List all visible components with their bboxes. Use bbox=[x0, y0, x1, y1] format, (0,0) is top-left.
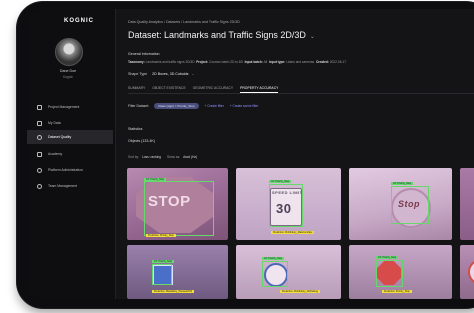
created-label: Created: bbox=[315, 60, 329, 64]
round-sign-shape bbox=[468, 259, 474, 285]
object-thumbnail[interactable]: Stop GT: Priority_Stop bbox=[349, 168, 452, 240]
breadcrumb[interactable]: Data Quality Analytics / Datasets / Land… bbox=[128, 20, 240, 24]
sort-row: Sort by: Loss: ranking Show as: Ascd (Hz… bbox=[128, 155, 203, 159]
ground-truth-box bbox=[391, 186, 429, 224]
ground-truth-box bbox=[376, 260, 403, 287]
shape-type-row: Shape Type 2D Boxes, 3D Cuboids ⌄ bbox=[128, 72, 195, 76]
main-content: Data Quality Analytics / Datasets / Land… bbox=[116, 9, 474, 299]
tab-property-accuracy[interactable]: PROPERTY ACCURACY bbox=[240, 86, 279, 93]
general-info-heading: General information bbox=[128, 52, 160, 56]
object-thumbnail[interactable]: GT: Priority_Stop Prediction: Priority_S… bbox=[349, 245, 452, 299]
sidebar-item-platform-administration[interactable]: Platform Administration bbox=[27, 163, 113, 177]
gt-label: GT: Priority_Stop bbox=[269, 180, 292, 183]
gt-label: GT: Priority_Stop bbox=[262, 257, 285, 260]
taxonomy-value: Landmarks and traffic signs 2D/3D bbox=[145, 60, 195, 64]
create-scene-filter-link[interactable]: + Create scene filter bbox=[230, 104, 259, 108]
user-org: Kognic bbox=[63, 75, 73, 79]
sidebar-item-label: Platform Administration bbox=[48, 168, 83, 172]
academy-icon bbox=[37, 151, 42, 157]
batch-label: Input batch: bbox=[244, 60, 263, 64]
gt-label: GT: Priority_Stop bbox=[376, 256, 399, 259]
input-type-value: Lidars and cameras bbox=[286, 60, 315, 64]
object-thumbnail[interactable]: SPEED LIMIT 30 GT: Priority_Stop Predict… bbox=[236, 168, 341, 240]
kognic-logo: KOGNIC bbox=[64, 18, 94, 24]
chevron-down-icon[interactable]: ⌄ bbox=[191, 72, 194, 76]
filter-row: Filter Dataset: Class (sign) = Priority_… bbox=[128, 103, 258, 109]
sidebar-item-dataset-quality[interactable]: Dataset Quality bbox=[27, 130, 113, 144]
tab-geometric-accuracy[interactable]: GEOMETRIC ACCURACY bbox=[193, 86, 233, 93]
sidebar-item-project-management[interactable]: Project Management bbox=[27, 100, 113, 114]
tab-object-existence[interactable]: OBJECT EXISTENCE bbox=[152, 86, 185, 93]
quality-icon bbox=[37, 134, 42, 140]
object-thumbnail[interactable]: STOP GT: Priority_Stop Prediction: Prior… bbox=[127, 168, 228, 240]
show-as-select[interactable]: Ascd (Hz) bbox=[183, 155, 197, 159]
user-name: Dane Doe bbox=[59, 69, 77, 73]
gt-label: GT: Priority_Stop bbox=[391, 182, 414, 185]
chevron-down-icon[interactable]: ⌄ bbox=[310, 34, 315, 40]
create-filter-link[interactable]: + Create filter bbox=[205, 104, 224, 108]
tab-divider bbox=[128, 93, 474, 94]
prediction-label: Prediction: Priority_Stop bbox=[146, 234, 176, 237]
ground-truth-box bbox=[262, 261, 288, 287]
filter-chip[interactable]: Class (sign) = Priority_Stop bbox=[154, 103, 199, 109]
prediction-label: Prediction: Priority_Stop bbox=[382, 290, 412, 293]
sidebar-item-label: Project Management bbox=[48, 105, 80, 109]
folder-icon bbox=[37, 104, 42, 110]
taxonomy-label: Taxonomy: bbox=[128, 60, 145, 64]
gt-label: GT: Priority_Stop bbox=[144, 178, 167, 181]
statistics-heading: Statistics bbox=[128, 127, 143, 131]
ground-truth-box bbox=[144, 181, 214, 236]
created-value: 2022-06-17 bbox=[329, 60, 347, 64]
tab-bar: SUMMARY OBJECT EXISTENCE GEOMETRIC ACCUR… bbox=[128, 86, 279, 93]
screen: KOGNIC Dane Doe Kognic Project Managemen… bbox=[27, 9, 474, 299]
sidebar-item-academy[interactable]: Academy bbox=[27, 147, 113, 161]
sidebar-item-label: Dataset Quality bbox=[48, 135, 72, 139]
sidebar-item-label: Academy bbox=[48, 152, 63, 156]
sidebar-item-team-management[interactable]: Team Management bbox=[27, 179, 113, 193]
avatar[interactable] bbox=[55, 38, 83, 66]
shape-type-label: Shape Type bbox=[128, 72, 148, 76]
team-icon bbox=[37, 183, 42, 189]
page-title[interactable]: Dataset: Landmarks and Traffic Signs 2D/… bbox=[128, 30, 315, 40]
show-as-label: Show as: bbox=[166, 155, 181, 159]
general-info-row: Taxonomy: Landmarks and traffic signs 2D… bbox=[128, 60, 346, 64]
prediction-label: Prediction: Prohibitory_MaximumSpe bbox=[271, 231, 315, 234]
ground-truth-box bbox=[269, 184, 303, 227]
page-title-text: Dataset: Landmarks and Traffic Signs 2D/… bbox=[128, 30, 306, 40]
device-frame: KOGNIC Dane Doe Kognic Project Managemen… bbox=[17, 2, 474, 308]
input-type-label: Input type: bbox=[268, 60, 286, 64]
sidebar: KOGNIC Dane Doe Kognic Project Managemen… bbox=[27, 9, 116, 299]
gt-label: GT: Priority_Stop bbox=[152, 260, 175, 263]
filter-label: Filter Dataset: bbox=[128, 104, 150, 108]
globe-icon bbox=[37, 167, 42, 173]
batch-value: All bbox=[263, 60, 268, 64]
project-value: Cosmos batch 2D to 6D bbox=[209, 60, 243, 64]
sort-label: Sort by: bbox=[128, 155, 139, 159]
objects-heading: Objects (133.4K) bbox=[128, 139, 155, 143]
project-label: Project: bbox=[196, 60, 209, 64]
ground-truth-box bbox=[152, 264, 172, 285]
object-thumbnail[interactable]: GT: Priority_Stop Prediction: Mandatory_… bbox=[127, 245, 228, 299]
data-icon bbox=[37, 120, 42, 126]
object-thumbnail[interactable] bbox=[460, 168, 474, 240]
object-thumbnail[interactable] bbox=[460, 245, 474, 299]
prediction-label: Prediction: Prohibitory_NoParking bbox=[280, 290, 320, 293]
prediction-label: Prediction: Mandatory_PassLeftOrS bbox=[152, 290, 195, 293]
sidebar-item-label: My Data bbox=[48, 121, 61, 125]
shape-type-select[interactable]: 2D Boxes, 3D Cuboids bbox=[152, 72, 188, 76]
sidebar-item-label: Team Management bbox=[48, 184, 78, 188]
sort-select[interactable]: Loss: ranking bbox=[142, 155, 161, 159]
object-thumbnail[interactable]: GT: Priority_Stop Prediction: Prohibitor… bbox=[236, 245, 341, 299]
tab-summary[interactable]: SUMMARY bbox=[128, 86, 145, 93]
sidebar-item-my-data[interactable]: My Data bbox=[27, 116, 113, 130]
